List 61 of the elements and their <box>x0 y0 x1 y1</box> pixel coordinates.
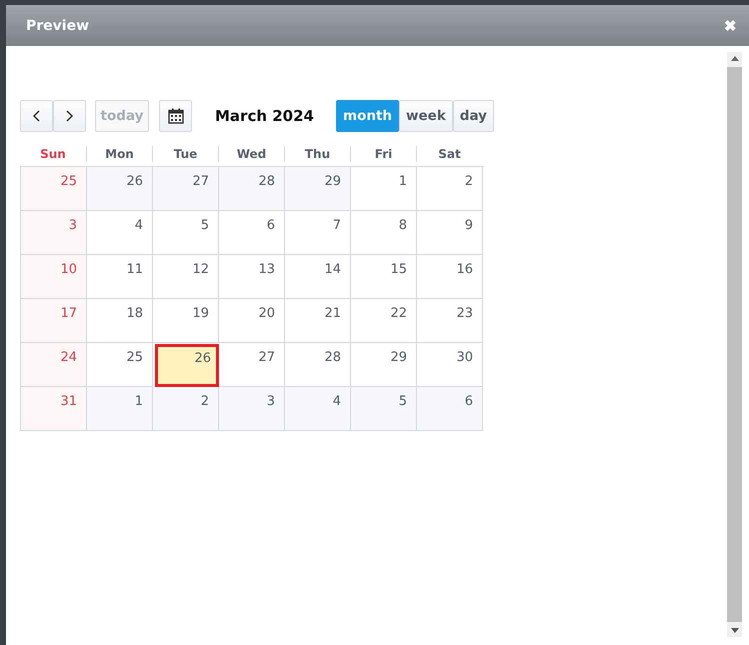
day-cell[interactable]: 3 <box>21 211 87 255</box>
day-cell[interactable]: 22 <box>351 299 417 343</box>
day-cell[interactable]: 1 <box>351 167 417 211</box>
day-cell[interactable]: 17 <box>21 299 87 343</box>
month-title: March 2024 <box>215 107 314 125</box>
day-cell[interactable]: 27 <box>153 167 219 211</box>
weekday-header: Thu <box>284 146 350 162</box>
dialog-title: Preview <box>26 18 90 34</box>
weekday-header: Tue <box>152 146 218 162</box>
day-cell[interactable]: 12 <box>153 255 219 299</box>
day-cell[interactable]: 28 <box>285 343 351 387</box>
day-cell[interactable]: 3 <box>219 387 285 431</box>
weekday-header: Sat <box>416 146 482 162</box>
day-cell[interactable]: 4 <box>285 387 351 431</box>
day-cell[interactable]: 31 <box>21 387 87 431</box>
day-cell[interactable]: 14 <box>285 255 351 299</box>
next-button[interactable] <box>53 100 86 132</box>
day-cell[interactable]: 15 <box>351 255 417 299</box>
chevron-left-icon <box>33 110 40 122</box>
day-cell[interactable]: 5 <box>351 387 417 431</box>
day-cell[interactable]: 2 <box>417 167 483 211</box>
day-cell[interactable]: 6 <box>417 387 483 431</box>
day-cell[interactable]: 8 <box>351 211 417 255</box>
calendar-icon <box>168 108 184 124</box>
day-cell[interactable]: 25 <box>21 167 87 211</box>
day-cell[interactable]: 19 <box>153 299 219 343</box>
day-cell[interactable]: 11 <box>87 255 153 299</box>
view-tab[interactable]: day <box>452 100 494 132</box>
day-cell[interactable]: 30 <box>417 343 483 387</box>
weekday-header: Wed <box>218 146 284 162</box>
day-cell[interactable]: 13 <box>219 255 285 299</box>
weekday-header: Fri <box>350 146 416 162</box>
day-cell[interactable]: 1 <box>87 387 153 431</box>
day-cell[interactable]: 29 <box>285 167 351 211</box>
day-cell[interactable]: 29 <box>351 343 417 387</box>
day-cell[interactable]: 28 <box>219 167 285 211</box>
day-cell[interactable]: 10 <box>21 255 87 299</box>
day-cell[interactable]: 9 <box>417 211 483 255</box>
day-cell[interactable]: 16 <box>417 255 483 299</box>
calendar-button[interactable] <box>159 100 192 132</box>
day-cell[interactable]: 7 <box>285 211 351 255</box>
day-cell[interactable]: 27 <box>219 343 285 387</box>
day-cell[interactable]: 25 <box>87 343 153 387</box>
weekday-header: Mon <box>86 146 152 162</box>
day-cell[interactable]: 5 <box>153 211 219 255</box>
scroll-up-icon <box>730 56 738 61</box>
day-cell[interactable]: 20 <box>219 299 285 343</box>
day-cell[interactable]: 26 <box>155 344 219 387</box>
day-cell[interactable]: 23 <box>417 299 483 343</box>
day-cell[interactable]: 18 <box>87 299 153 343</box>
day-cell[interactable]: 21 <box>285 299 351 343</box>
view-tab[interactable]: week <box>399 100 453 132</box>
weekday-header: Sun <box>39 146 67 162</box>
scroll-down-icon <box>730 628 738 633</box>
day-cell[interactable]: 2 <box>153 387 219 431</box>
chevron-right-icon <box>66 110 73 122</box>
day-cell[interactable]: 6 <box>219 211 285 255</box>
day-cell[interactable]: 24 <box>21 343 87 387</box>
day-cell[interactable]: 4 <box>87 211 153 255</box>
day-cell[interactable]: 26 <box>87 167 153 211</box>
previous-button[interactable] <box>20 100 53 132</box>
